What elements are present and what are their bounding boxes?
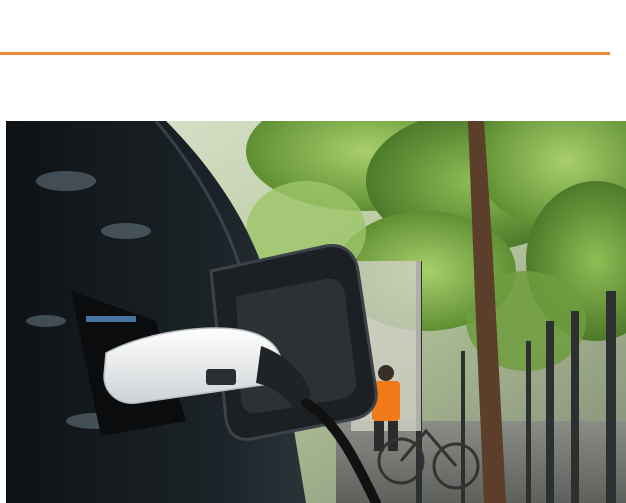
socket-led [86,316,136,322]
ev-charging-photo [6,121,626,503]
header-divider [0,52,610,55]
